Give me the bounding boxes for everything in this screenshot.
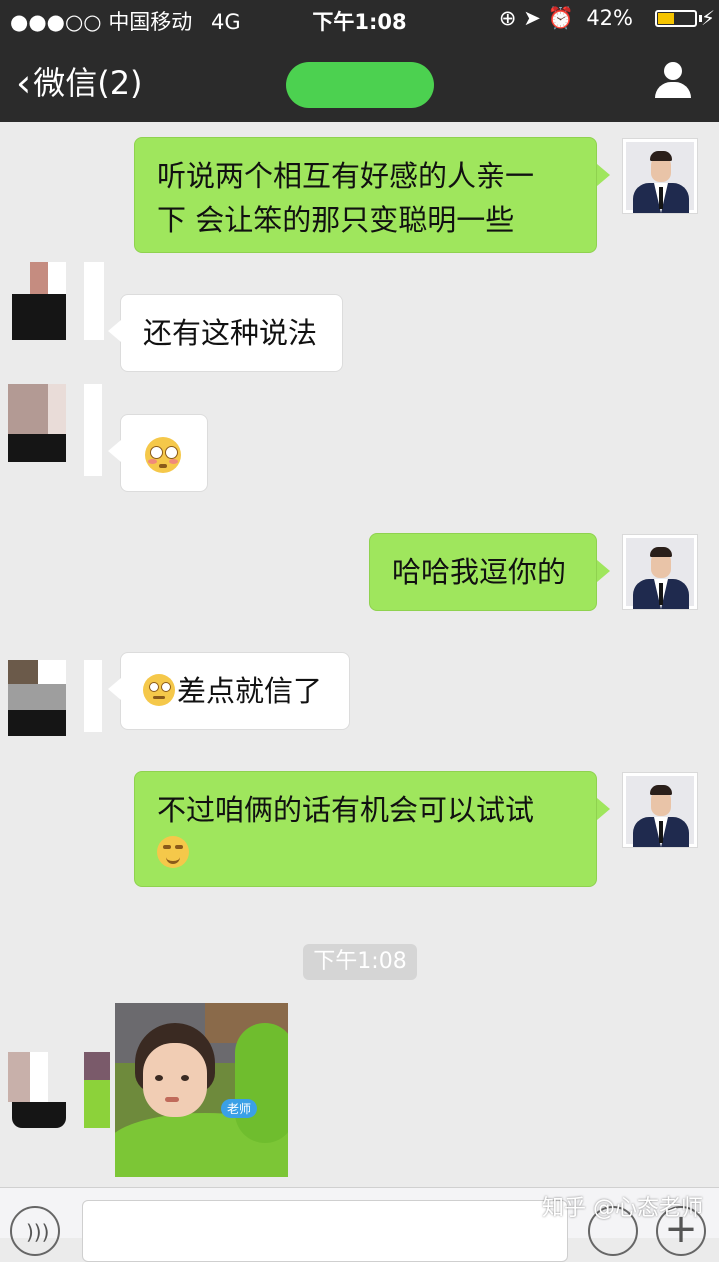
status-icons: ⊕ ➤ ⏰ 42% [499,6,681,31]
bubble-tail [108,678,121,700]
battery-icon [655,10,697,27]
chat-timestamp: 下午1:08 [303,944,417,980]
person-icon[interactable] [655,62,691,98]
status-bar: ●●●○○ 中国移动 4G 下午1:08 ⊕ ➤ ⏰ 42% ⚡ [0,0,719,38]
avatar-pixel-strip [84,660,102,732]
message-bubble-sent[interactable]: 哈哈我逗你的 [369,533,597,611]
chevron-left-icon: ‹ [16,61,32,105]
message-text: 不过咱俩的话有机会可以试试 [157,793,535,827]
message-bubble-received[interactable]: 还有这种说法 [120,294,343,372]
photo-sticker-label: 老师 [221,1099,258,1118]
avatar-pixel-strip [84,384,102,476]
message-text: 哈哈我逗你的 [392,555,567,589]
avatar-pixel-strip [84,262,104,340]
rolling-eyes-face-icon [143,674,175,706]
bubble-tail [108,440,121,462]
back-label: 微信(2) [33,64,143,102]
bubble-tail [597,798,610,820]
my-avatar[interactable] [622,138,698,214]
message-bubble-sent[interactable]: 不过咱俩的话有机会可以试试 [134,771,597,887]
watermark: 知乎 @心态老师 [542,1196,703,1221]
message-bubble-received[interactable] [120,414,208,492]
smirking-face-icon [157,836,189,868]
received-photo[interactable]: 老师 [115,1003,288,1177]
message-bubble-sent[interactable]: 听说两个相互有好感的人亲一 下 会让笨的那只变聪明一些 [134,137,597,253]
bubble-tail [597,164,610,186]
my-avatar[interactable] [622,772,698,848]
battery-percent: 42% [586,6,633,30]
flushed-face-icon [145,437,181,473]
avatar-pixel-strip [84,1080,110,1128]
message-text-line: 听说两个相互有好感的人亲一 [157,159,535,193]
message-text: 还有这种说法 [143,316,318,350]
message-bubble-received[interactable]: 差点就信了 [120,652,350,730]
bubble-tail [597,560,610,582]
contact-avatar[interactable] [8,262,66,340]
chat-title-redacted [286,62,434,108]
message-input[interactable] [82,1200,568,1262]
charging-bolt-icon: ⚡ [700,6,715,30]
voice-input-icon[interactable]: ))) [10,1206,60,1256]
message-text: 差点就信了 [177,674,323,708]
bubble-tail [108,320,121,342]
contact-avatar[interactable] [8,384,66,462]
message-text-line: 下 会让笨的那只变聪明一些 [157,203,515,237]
contact-avatar[interactable] [8,1052,66,1130]
back-button[interactable]: ‹微信(2) [16,58,143,105]
contact-avatar[interactable] [8,660,66,738]
chat-header: ‹微信(2) [0,38,719,122]
status-icon-group: ⊕ ➤ ⏰ [498,6,574,30]
my-avatar[interactable] [622,534,698,610]
